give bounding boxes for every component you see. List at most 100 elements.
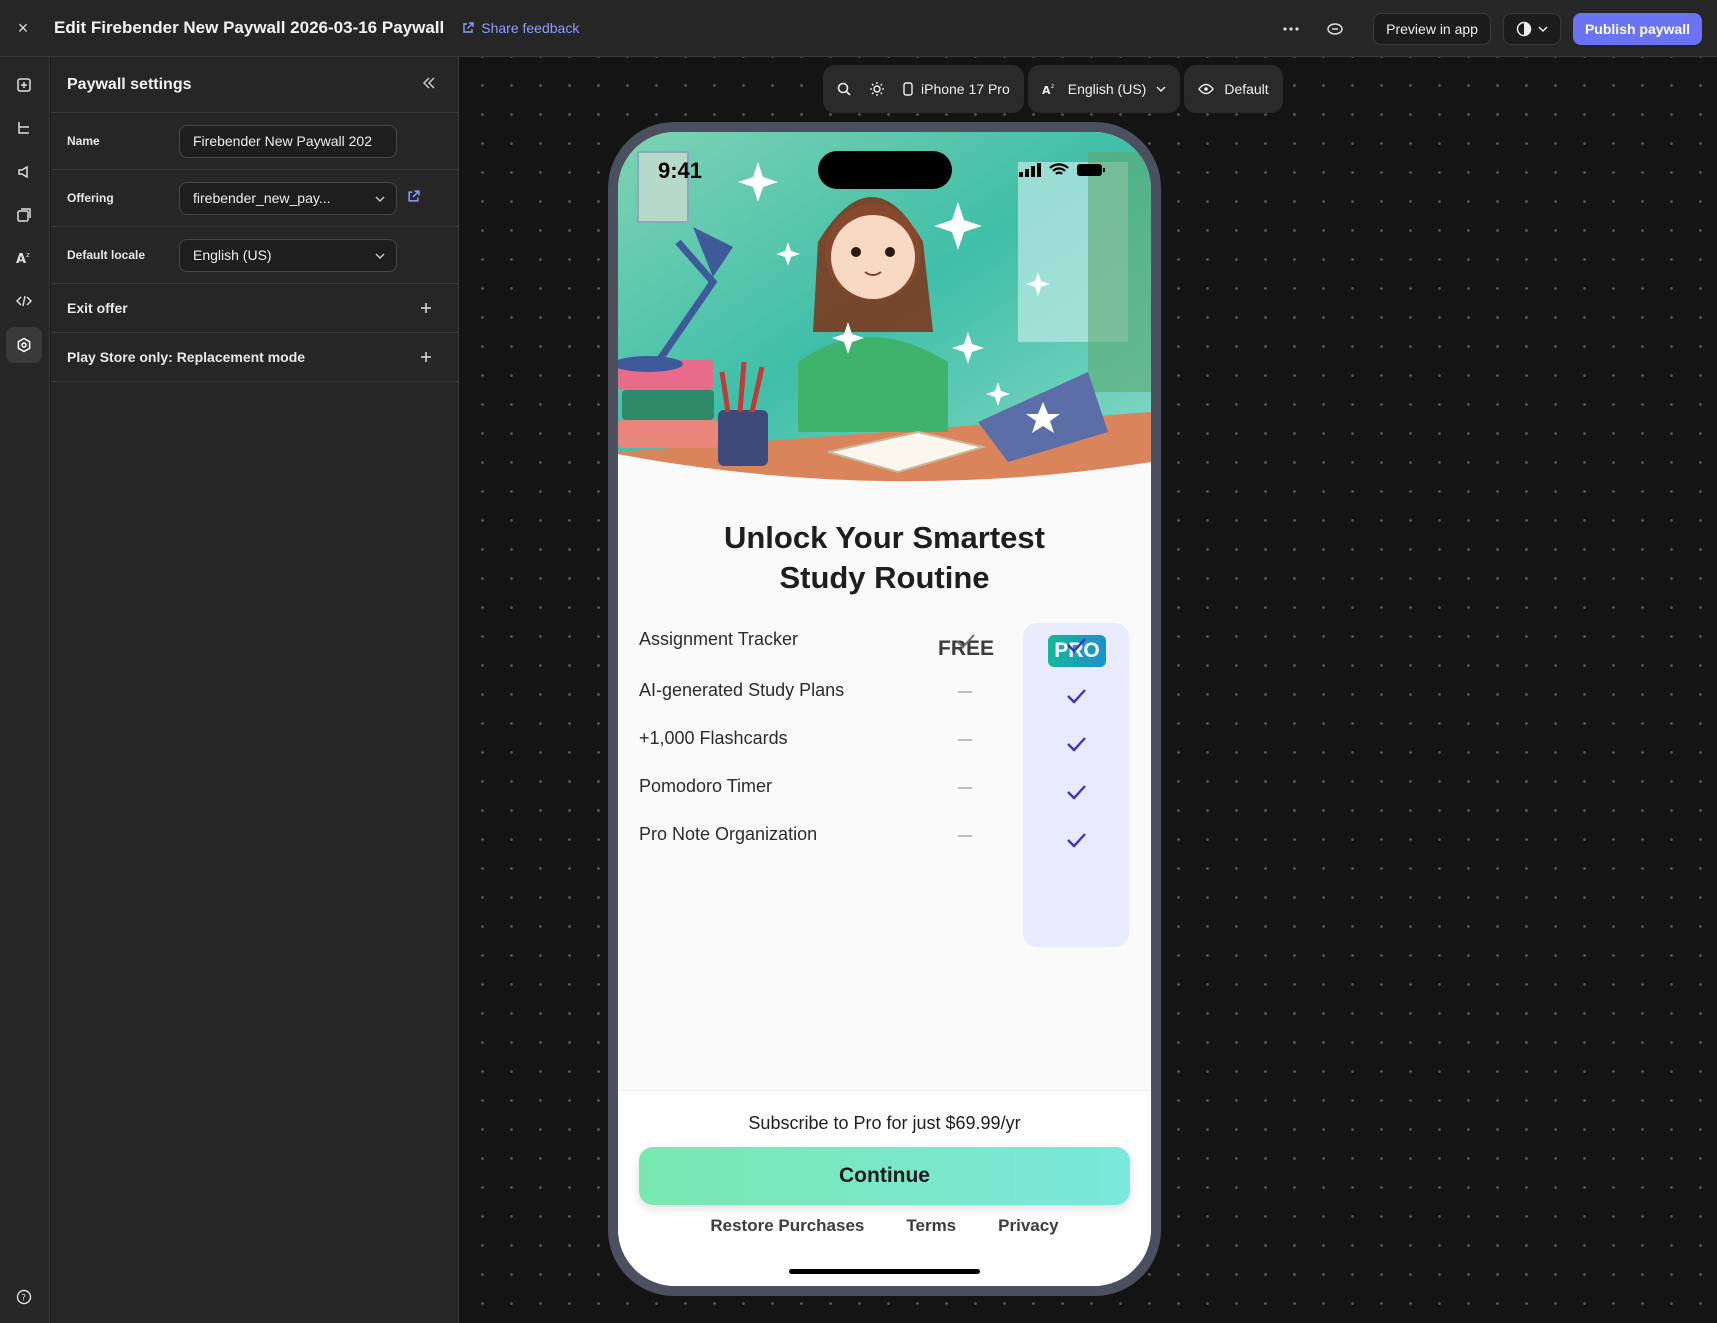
- free-dash-icon: [958, 787, 972, 789]
- locale-label: Default locale: [67, 248, 146, 262]
- pro-check-icon: [1067, 785, 1086, 800]
- paywall-settings-panel: Paywall settings Name Firebender New Pay…: [51, 57, 459, 1323]
- preview-in-app-label: Preview in app: [1386, 21, 1478, 37]
- more-options-button[interactable]: [1275, 13, 1307, 45]
- close-button[interactable]: ×: [0, 18, 46, 39]
- continue-button[interactable]: Continue: [639, 1147, 1130, 1205]
- footer-links: Restore Purchases Terms Privacy: [618, 1216, 1151, 1236]
- page-title: Edit Firebender New Paywall 2026-03-16 P…: [54, 18, 445, 37]
- pro-check-icon: [1067, 689, 1086, 704]
- restore-purchases-link[interactable]: Restore Purchases: [710, 1216, 864, 1236]
- plus-icon: [421, 303, 431, 313]
- svg-text:A: A: [1042, 84, 1051, 96]
- phone-icon: [903, 82, 913, 96]
- external-link-icon: [463, 22, 474, 33]
- add-component-button[interactable]: [6, 67, 42, 103]
- variant-label: Default: [1224, 81, 1269, 97]
- offering-label: Offering: [67, 191, 114, 205]
- localization-icon: Az: [1042, 83, 1054, 96]
- cloud-sync-icon: [1327, 23, 1343, 35]
- status-icons: [1019, 163, 1105, 177]
- layers-button[interactable]: [6, 110, 42, 146]
- canvas-toolbar: iPhone 17 Pro Az English (US) Default: [823, 65, 1283, 113]
- localization-button[interactable]: Az: [6, 240, 42, 276]
- battery-icon: [1077, 164, 1105, 176]
- locale-select[interactable]: English (US): [179, 238, 397, 272]
- campaign-button[interactable]: [6, 154, 42, 190]
- add-component-icon: [17, 78, 31, 92]
- feature-name: +1,000 Flashcards: [639, 728, 788, 748]
- svg-text:?: ?: [21, 1294, 26, 1304]
- pro-check-icon: [1067, 638, 1086, 653]
- panel-title: Paywall settings: [67, 75, 192, 93]
- chevron-down-icon: [375, 253, 385, 259]
- chevrons-left-icon: [422, 76, 435, 89]
- plus-icon: [421, 352, 431, 362]
- headline-line-2: Study Routine: [779, 560, 990, 595]
- privacy-link[interactable]: Privacy: [998, 1216, 1059, 1236]
- free-check-icon: [956, 634, 975, 649]
- share-feedback-link[interactable]: Share feedback: [462, 20, 579, 36]
- help-button[interactable]: ?: [6, 1279, 42, 1315]
- offering-select[interactable]: firebender_new_pay...: [179, 181, 397, 215]
- svg-text:A: A: [16, 252, 26, 266]
- name-row: Name Firebender New Paywall 202: [51, 113, 458, 170]
- feature-name: Assignment Tracker: [639, 629, 799, 649]
- pro-check-icon: [1067, 833, 1086, 848]
- sun-icon[interactable]: [869, 81, 885, 97]
- exit-offer-label: Exit offer: [67, 300, 128, 316]
- feature-name: Pomodoro Timer: [639, 776, 773, 796]
- feature-name: Pro Note Organization: [639, 824, 818, 844]
- chevron-down-icon: [1156, 86, 1166, 92]
- search-icon[interactable]: [837, 82, 851, 96]
- headline-line-1: Unlock Your Smartest: [723, 520, 1045, 555]
- settings-button[interactable]: [6, 327, 42, 363]
- templates-button[interactable]: [6, 197, 42, 233]
- paywall-headline: Unlock Your Smartest Study Routine: [618, 518, 1151, 598]
- signal-icon: [1019, 163, 1041, 177]
- replacement-mode-row[interactable]: Play Store only: Replacement mode: [51, 333, 458, 382]
- replacement-mode-label: Play Store only: Replacement mode: [67, 349, 306, 365]
- free-dash-icon: [958, 739, 972, 741]
- name-label: Name: [67, 134, 100, 148]
- name-input[interactable]: Firebender New Paywall 202: [179, 124, 397, 158]
- variant-selector[interactable]: Default: [1184, 65, 1283, 113]
- chevron-down-icon: [1538, 26, 1548, 32]
- status-time: 9:41: [658, 158, 703, 183]
- preview-in-app-button[interactable]: Preview in app: [1373, 13, 1491, 45]
- localization-icon: Az: [16, 251, 30, 266]
- exit-offer-row[interactable]: Exit offer: [51, 284, 458, 333]
- sync-button[interactable]: [1319, 13, 1351, 45]
- top-bar: × Edit Firebender New Paywall 2026-03-16…: [0, 0, 1717, 57]
- panel-header: Paywall settings: [51, 57, 458, 113]
- language-label: English (US): [1067, 81, 1147, 97]
- layers-icon: [18, 122, 29, 134]
- theme-dropdown[interactable]: [1502, 13, 1561, 45]
- theme-icon: [1516, 21, 1532, 37]
- collapse-panel-button[interactable]: [422, 76, 436, 94]
- more-icon: [1283, 27, 1299, 31]
- language-selector[interactable]: Az English (US): [1027, 65, 1181, 113]
- free-dash-icon: [958, 691, 972, 693]
- device-selector[interactable]: iPhone 17 Pro: [903, 81, 1010, 97]
- paywall-screen: 9:41 Unlock Your Smartest Study Routine …: [618, 132, 1151, 1286]
- share-feedback-label: Share feedback: [481, 20, 580, 36]
- open-offering-link[interactable]: [407, 190, 420, 206]
- help-icon: ?: [16, 1289, 32, 1305]
- left-rail: Az ?: [0, 57, 50, 1323]
- templates-icon: [17, 208, 31, 222]
- offering-value: firebender_new_pay...: [193, 190, 331, 206]
- device-label: iPhone 17 Pro: [921, 81, 1010, 97]
- publish-paywall-button[interactable]: Publish paywall: [1572, 13, 1702, 45]
- pro-check-icon: [1067, 737, 1086, 752]
- paywall-footer: Subscribe to Pro for just $69.99/yr Cont…: [618, 1090, 1151, 1286]
- home-indicator: [789, 1269, 980, 1274]
- svg-text:z: z: [1051, 83, 1054, 90]
- subscribe-text: Subscribe to Pro for just $69.99/yr: [748, 1113, 1021, 1133]
- terms-link[interactable]: Terms: [906, 1216, 956, 1236]
- campaign-icon: [18, 165, 28, 179]
- svg-text:z: z: [26, 251, 30, 259]
- offering-row: Offering firebender_new_pay...: [51, 170, 458, 227]
- code-button[interactable]: [6, 283, 42, 319]
- code-icon: [16, 295, 32, 307]
